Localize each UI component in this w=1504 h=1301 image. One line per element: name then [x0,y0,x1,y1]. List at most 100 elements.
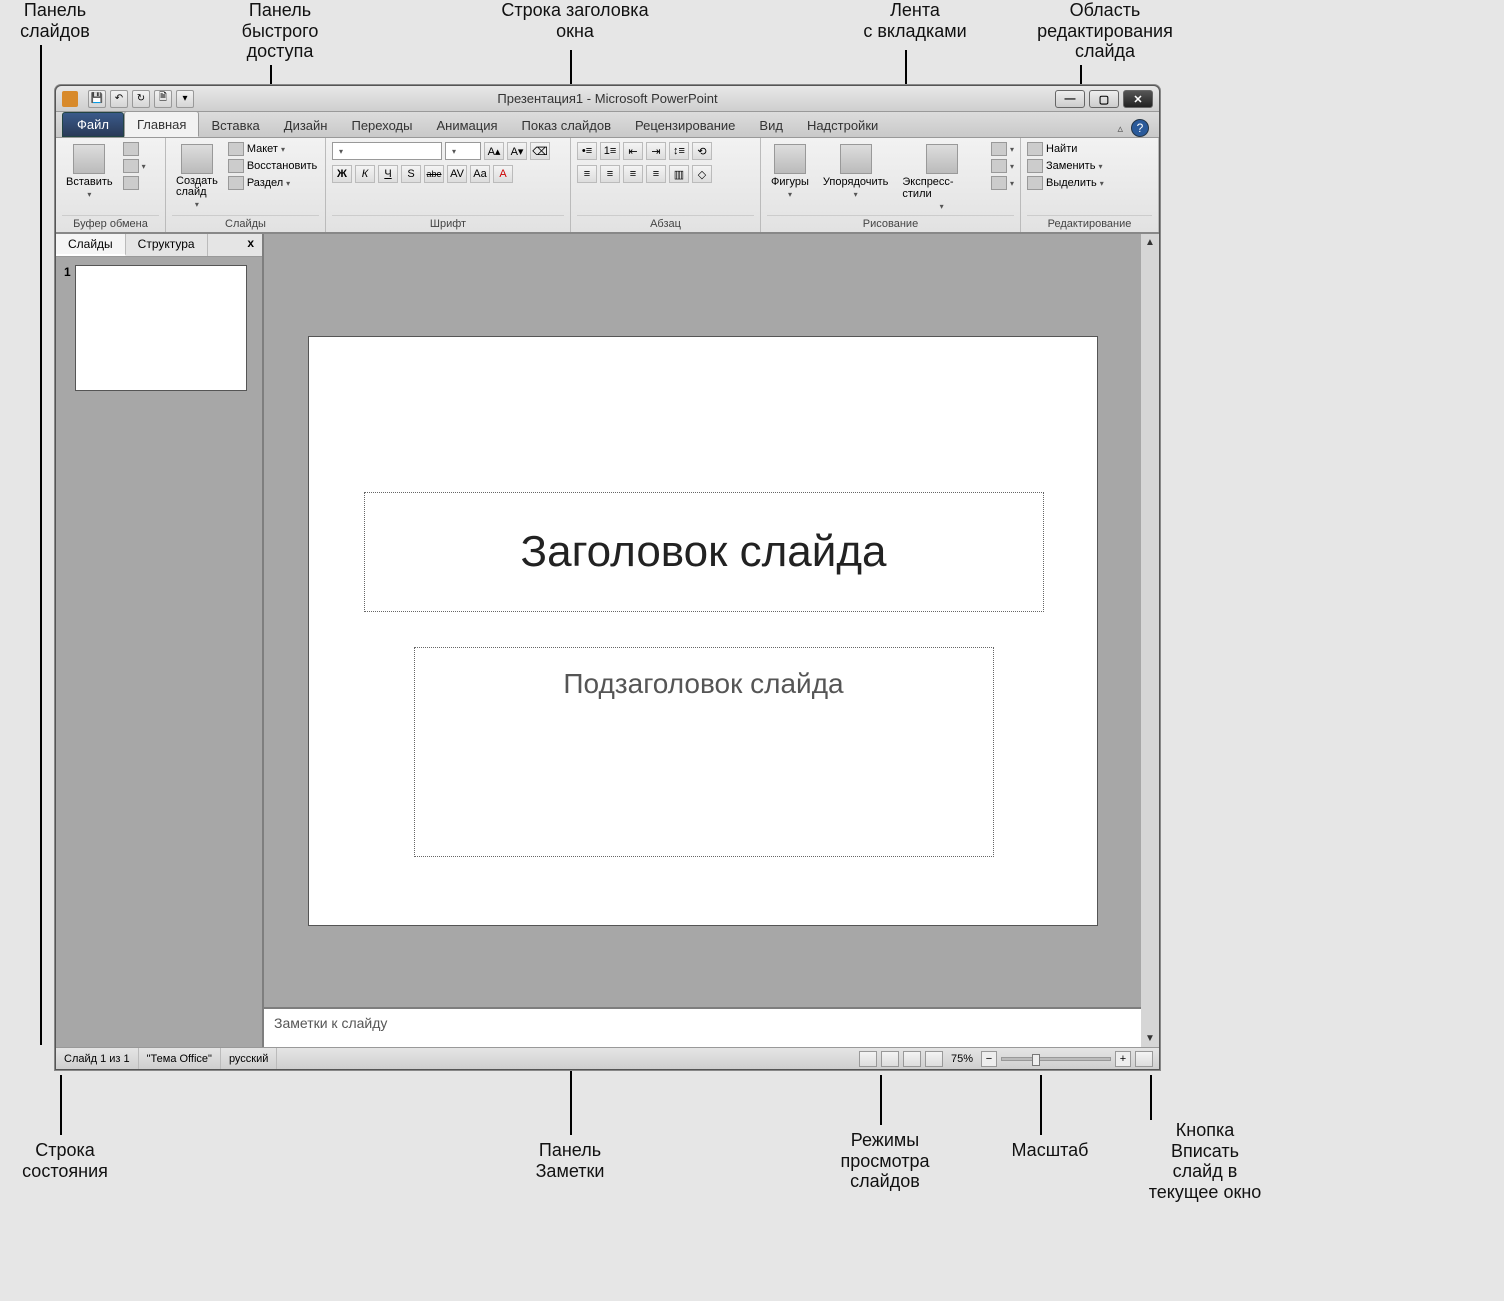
layout-button[interactable]: Макет▾ [228,142,317,156]
tab-animation[interactable]: Анимация [424,113,509,137]
shape-fill-button[interactable]: ▾ [991,142,1014,156]
scroll-up-icon[interactable]: ▲ [1145,237,1155,248]
status-language[interactable]: русский [221,1048,277,1069]
zoom-percent[interactable]: 75% [951,1053,973,1065]
group-label: Буфер обмена [62,215,159,230]
clear-format-button[interactable]: ⌫ [530,142,550,160]
font-color-button[interactable]: A [493,165,513,183]
copy-button[interactable]: ▾ [123,159,146,173]
increase-indent-button[interactable]: ⇥ [646,142,666,160]
numbering-button[interactable]: 1≡ [600,142,620,160]
help-icon[interactable]: ? [1131,119,1149,137]
section-button[interactable]: Раздел▾ [228,176,317,190]
effects-icon [991,176,1007,190]
cut-icon [123,142,139,156]
app-name: Microsoft PowerPoint [595,91,718,106]
subtitle-placeholder[interactable]: Подзаголовок слайда [414,647,994,857]
zoom-out-button[interactable]: − [981,1051,997,1067]
shape-outline-button[interactable]: ▾ [991,159,1014,173]
quick-styles-button[interactable]: Экспресс-стили▾ [898,142,985,213]
justify-button[interactable]: ≡ [646,165,666,183]
convert-smartart-button[interactable]: ◇ [692,165,712,183]
callout-title-bar: Строка заголовкаокна [460,0,690,41]
group-drawing: Фигуры▾ Упорядочить▾ Экспресс-стили▾ ▾ ▾… [761,138,1021,232]
reset-button[interactable]: Восстановить [228,159,317,173]
shape-effects-button[interactable]: ▾ [991,176,1014,190]
window-controls: — ▢ ✕ [1055,90,1153,108]
italic-button[interactable]: К [355,165,375,183]
status-bar: Слайд 1 из 1 "Тема Office" русский 75% −… [56,1047,1159,1069]
tab-review[interactable]: Рецензирование [623,113,747,137]
shapes-button[interactable]: Фигуры▾ [767,142,813,201]
notes-panel[interactable]: Заметки к слайду [264,1007,1141,1047]
status-theme[interactable]: "Тема Office" [139,1048,221,1069]
tab-home[interactable]: Главная [124,111,199,137]
ribbon-tabs: Файл Главная Вставка Дизайн Переходы Ани… [56,112,1159,138]
tab-insert[interactable]: Вставка [199,113,271,137]
paste-icon [73,144,105,174]
file-tab[interactable]: Файл [62,112,124,137]
char-spacing-button[interactable]: AV [447,165,467,183]
tab-transitions[interactable]: Переходы [339,113,424,137]
text-direction-button[interactable]: ⟲ [692,142,712,160]
tab-slideshow[interactable]: Показ слайдов [510,113,624,137]
vertical-scrollbar[interactable]: ▲ ▼ [1141,234,1159,1047]
paste-button[interactable]: Вставить ▾ [62,142,117,201]
align-center-button[interactable]: ≡ [600,165,620,183]
align-left-button[interactable]: ≡ [577,165,597,183]
brush-icon [123,176,139,190]
minimize-button[interactable]: — [1055,90,1085,108]
tab-addins[interactable]: Надстройки [795,113,890,137]
close-button[interactable]: ✕ [1123,90,1153,108]
tab-view[interactable]: Вид [747,113,795,137]
bold-button[interactable]: Ж [332,165,352,183]
font-name-combo[interactable]: ▾ [332,142,442,160]
slide-canvas[interactable]: Заголовок слайда Подзаголовок слайда [308,336,1098,926]
zoom-slider-thumb[interactable] [1032,1054,1040,1066]
view-sorter-button[interactable] [881,1051,899,1067]
arrange-button[interactable]: Упорядочить▾ [819,142,892,201]
shapes-label: Фигуры [771,176,809,188]
bullets-button[interactable]: •≡ [577,142,597,160]
tab-design[interactable]: Дизайн [272,113,340,137]
slide-thumbnail[interactable] [75,265,247,391]
font-size-combo[interactable]: ▾ [445,142,481,160]
fit-to-window-button[interactable] [1135,1051,1153,1067]
scroll-down-icon[interactable]: ▼ [1145,1033,1155,1044]
tab-outline[interactable]: Структура [126,234,208,256]
title-placeholder[interactable]: Заголовок слайда [364,492,1044,612]
cut-button[interactable] [123,142,146,156]
status-slide-count[interactable]: Слайд 1 из 1 [56,1048,139,1069]
shadow-button[interactable]: S [401,165,421,183]
view-reading-button[interactable] [903,1051,921,1067]
fill-icon [991,142,1007,156]
shrink-font-button[interactable]: A▾ [507,142,527,160]
new-slide-button[interactable]: Создатьслайд ▾ [172,142,222,211]
group-label: Абзац [577,215,754,230]
replace-button[interactable]: Заменить▾ [1027,159,1104,173]
callout-line [1150,1075,1152,1120]
change-case-button[interactable]: Aa [470,165,490,183]
align-right-button[interactable]: ≡ [623,165,643,183]
minimize-ribbon-icon[interactable]: ▵ [1117,122,1123,135]
select-button[interactable]: Выделить▾ [1027,176,1104,190]
underline-button[interactable]: Ч [378,165,398,183]
quick-styles-label: Экспресс-стили [902,176,981,200]
group-label: Шрифт [332,215,564,230]
tab-slides[interactable]: Слайды [56,234,126,256]
decrease-indent-button[interactable]: ⇤ [623,142,643,160]
callout-fit-button: КнопкаВписатьслайд втекущее окно [1120,1120,1290,1203]
strike-button[interactable]: abe [424,165,444,183]
view-normal-button[interactable] [859,1051,877,1067]
zoom-slider[interactable] [1001,1057,1111,1061]
close-panel-button[interactable]: x [239,234,262,256]
maximize-button[interactable]: ▢ [1089,90,1119,108]
zoom-in-button[interactable]: + [1115,1051,1131,1067]
line-spacing-button[interactable]: ↕≡ [669,142,689,160]
group-slides: Создатьслайд ▾ Макет▾ Восстановить Разде… [166,138,326,232]
columns-button[interactable]: ▥ [669,165,689,183]
grow-font-button[interactable]: A▴ [484,142,504,160]
find-button[interactable]: Найти [1027,142,1104,156]
format-painter-button[interactable] [123,176,146,190]
view-slideshow-button[interactable] [925,1051,943,1067]
